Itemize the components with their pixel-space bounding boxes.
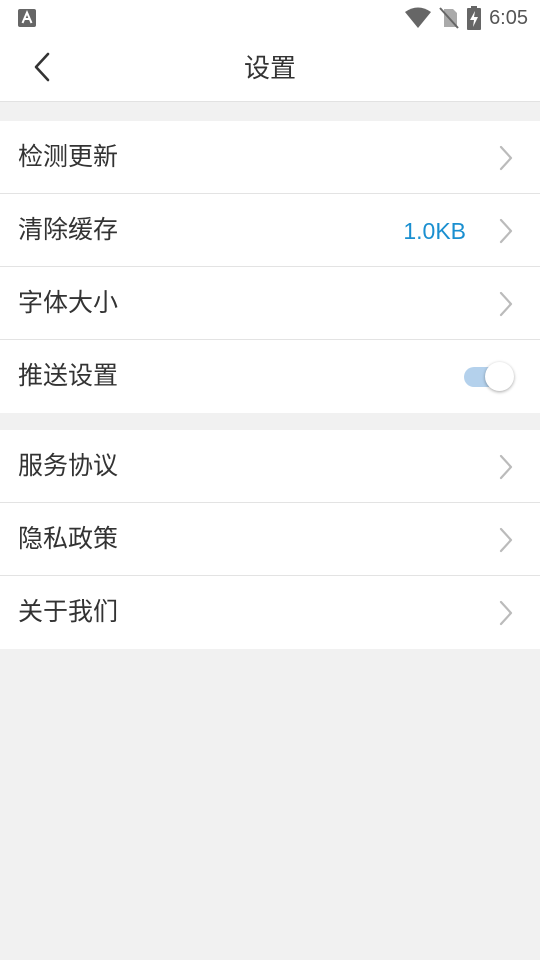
back-button[interactable] <box>22 49 62 89</box>
status-bar: 6:05 <box>0 0 540 36</box>
clear-cache-row[interactable]: 清除缓存 1.0KB <box>0 194 540 267</box>
chevron-right-icon <box>499 527 513 553</box>
no-sim-icon <box>439 7 459 29</box>
font-size-label: 字体大小 <box>18 288 119 317</box>
chevron-right-icon <box>499 218 513 244</box>
wifi-icon <box>405 7 432 29</box>
cache-size-value: 1.0KB <box>403 218 466 244</box>
push-settings-row: 推送设置 <box>0 340 540 413</box>
battery-charging-icon <box>467 6 482 30</box>
service-agreement-label: 服务协议 <box>18 451 119 480</box>
settings-group-about: 服务协议 隐私政策 关于我们 <box>0 430 540 649</box>
status-icons: 6:05 <box>405 0 528 36</box>
toggle-thumb <box>485 362 514 391</box>
settings-group-general: 检测更新 清除缓存 1.0KB 字体大小 推送设置 <box>0 121 540 413</box>
privacy-policy-label: 隐私政策 <box>18 524 119 553</box>
chevron-left-icon <box>33 52 51 86</box>
a-letter-icon <box>18 9 36 27</box>
chevron-right-icon <box>499 291 513 317</box>
privacy-policy-row[interactable]: 隐私政策 <box>0 503 540 576</box>
check-update-row[interactable]: 检测更新 <box>0 121 540 194</box>
status-time: 6:05 <box>489 6 528 29</box>
service-agreement-row[interactable]: 服务协议 <box>0 430 540 503</box>
title-bar: 设置 <box>0 36 540 102</box>
page-title: 设置 <box>243 54 296 84</box>
clear-cache-label: 清除缓存 <box>18 215 119 244</box>
push-toggle[interactable] <box>464 361 516 391</box>
chevron-right-icon <box>499 454 513 480</box>
chevron-right-icon <box>499 600 513 626</box>
chevron-right-icon <box>499 145 513 171</box>
font-size-row[interactable]: 字体大小 <box>0 267 540 340</box>
about-us-label: 关于我们 <box>18 597 119 626</box>
about-us-row[interactable]: 关于我们 <box>0 576 540 649</box>
check-update-label: 检测更新 <box>18 142 119 171</box>
push-settings-label: 推送设置 <box>18 361 119 390</box>
